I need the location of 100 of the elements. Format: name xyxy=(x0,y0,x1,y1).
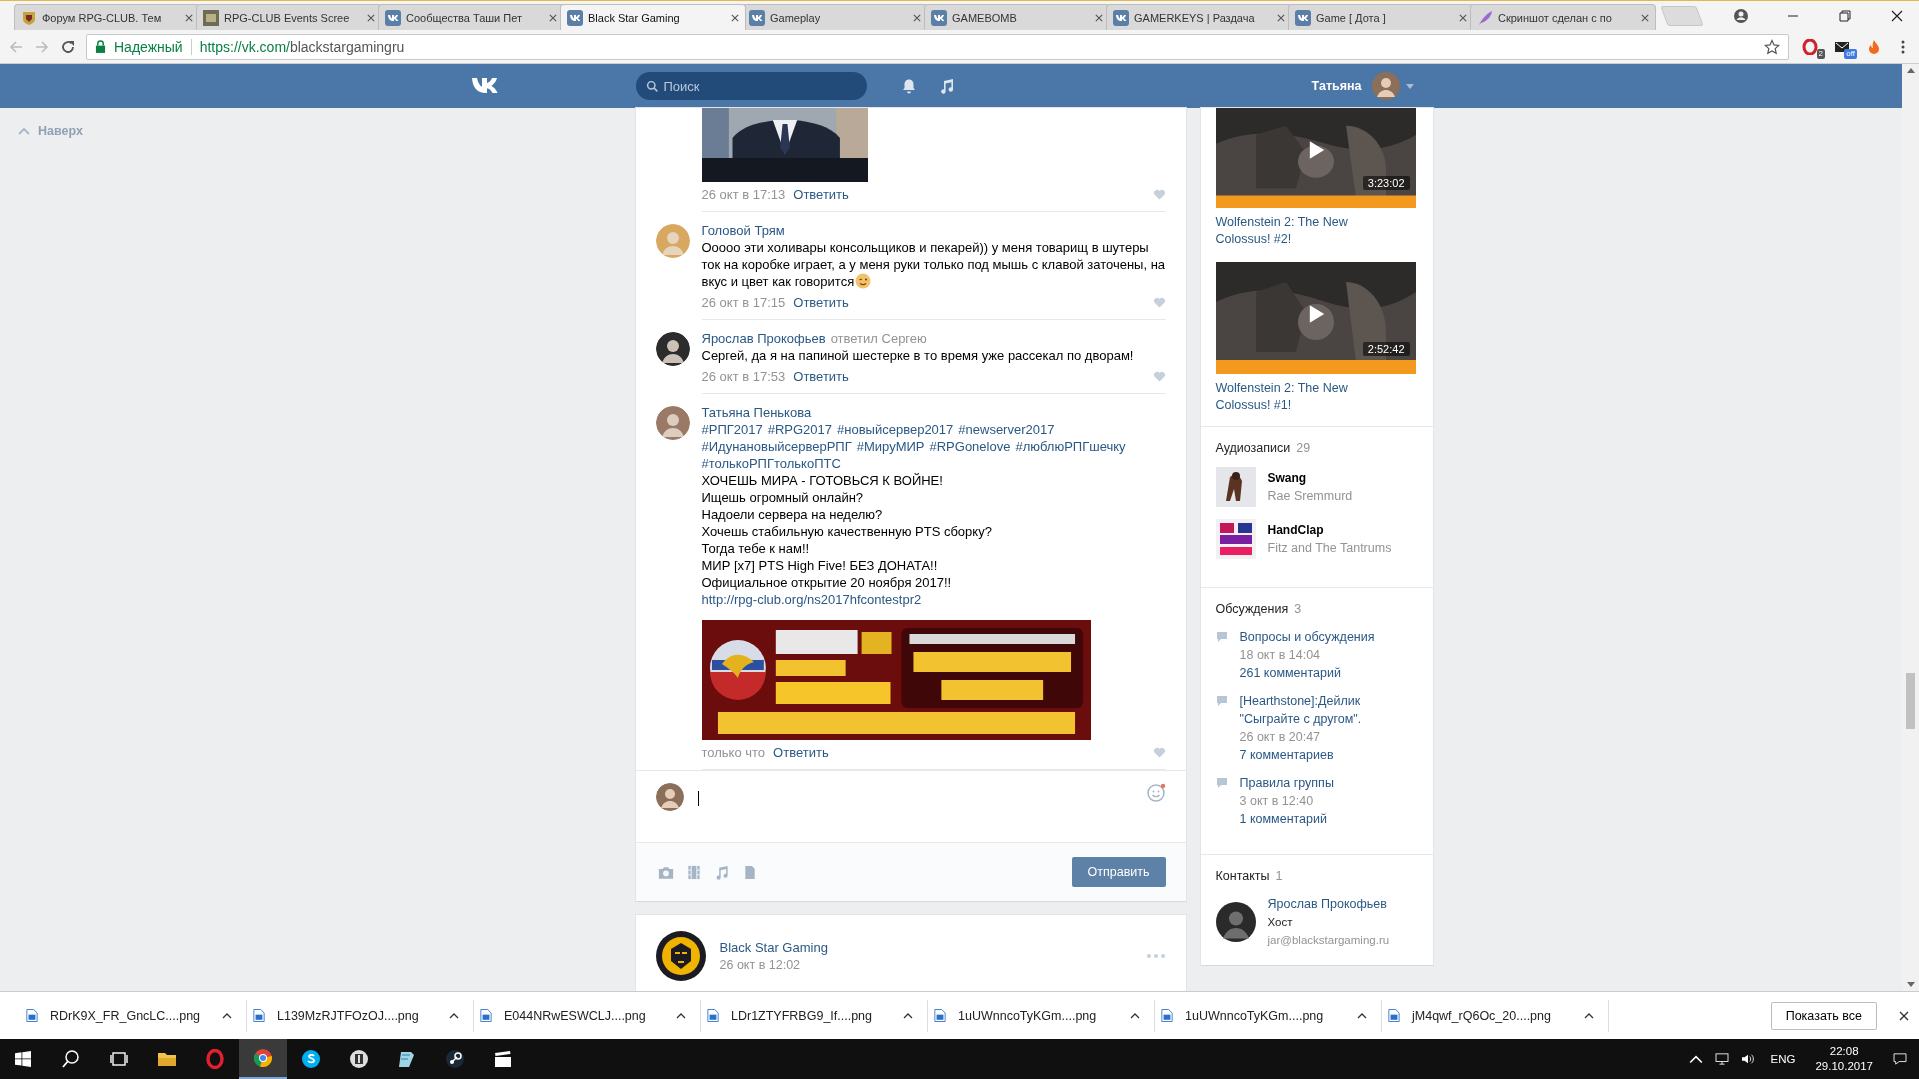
smiley-icon[interactable] xyxy=(1145,783,1166,803)
send-button[interactable]: Отправить xyxy=(1071,857,1166,887)
author-link[interactable]: Татьяна Пенькова xyxy=(701,404,812,421)
vk-icon xyxy=(749,9,765,26)
comment-count-link[interactable]: 7 комментариев xyxy=(1239,746,1418,764)
hashtag-link[interactable]: #ИдунановыйсерверРПГ xyxy=(701,438,852,455)
image-file-icon xyxy=(1161,1008,1173,1023)
scrollbar[interactable] xyxy=(1902,64,1919,991)
section-count: 29 xyxy=(1296,441,1311,455)
section-title[interactable]: Контакты xyxy=(1215,869,1270,883)
music-icon[interactable] xyxy=(938,78,955,94)
bell-icon[interactable] xyxy=(900,78,917,94)
clock[interactable]: 22:08 29.10.2017 xyxy=(1815,1044,1873,1074)
download-item[interactable]: LDr1ZTYFRBG9_If....png xyxy=(701,999,928,1032)
chevron-up-icon[interactable] xyxy=(1688,1053,1703,1065)
reply-link[interactable]: Ответить xyxy=(793,186,849,203)
menu-icon[interactable] xyxy=(1901,38,1905,55)
address-field[interactable]: Надежный https://vk.com/blackstargamingru xyxy=(86,33,1789,60)
notifications-icon[interactable] xyxy=(1893,1053,1907,1065)
reply-link[interactable]: Ответить xyxy=(773,744,829,761)
section-title[interactable]: Обсуждения xyxy=(1215,602,1289,616)
download-item[interactable]: RDrK9X_FR_GncLC....png xyxy=(20,999,247,1032)
video-title-link[interactable]: Wolfenstein 2: The New Colossus! #1! xyxy=(1215,380,1406,414)
hashtag-link[interactable]: #МируМИР xyxy=(856,438,925,455)
caret-up-icon[interactable] xyxy=(1357,1012,1367,1019)
avatar-icon[interactable] xyxy=(1215,902,1256,942)
caret-up-icon[interactable] xyxy=(449,1012,459,1019)
language-indicator[interactable]: ENG xyxy=(1770,1053,1796,1065)
speaker-icon[interactable] xyxy=(1740,1053,1755,1065)
caret-up-icon[interactable] xyxy=(676,1012,686,1019)
scrollbar-thumb[interactable] xyxy=(1906,673,1915,729)
download-item[interactable]: 1uUWnncoTyKGm....png xyxy=(1155,999,1382,1032)
post-text-line: Ищешь огромный онлайн? xyxy=(701,489,865,506)
search-icon xyxy=(61,1049,81,1069)
search-field[interactable]: Поиск xyxy=(635,72,867,100)
speech-bubble-icon xyxy=(1215,695,1228,707)
taskbar-app[interactable] xyxy=(239,1039,287,1079)
show-all-button[interactable]: Показать все xyxy=(1770,1001,1877,1030)
restore-icon[interactable] xyxy=(1837,7,1853,24)
caret-up-icon[interactable] xyxy=(1130,1012,1140,1019)
hashtag-link[interactable]: #новыйсервер2017 xyxy=(837,421,954,438)
user-name[interactable]: Татьяна xyxy=(1311,79,1362,93)
network-icon[interactable] xyxy=(1714,1053,1729,1065)
author-link[interactable]: Ярослав Прокофьев xyxy=(701,330,826,347)
post-author[interactable]: Black Star Gaming xyxy=(719,940,828,955)
topic-date: 3 окт в 12:40 xyxy=(1239,793,1315,810)
windows-start-icon[interactable] xyxy=(15,1051,31,1067)
hashtag-link[interactable]: #РПГ2017 xyxy=(701,421,763,438)
close-icon[interactable] xyxy=(1899,1010,1909,1021)
bookmark-star-icon[interactable] xyxy=(1764,38,1780,55)
image-file-icon xyxy=(253,1008,265,1023)
topic-link[interactable]: [Hearthstone]:Дейлик "Сыграйте с другом". xyxy=(1239,692,1418,728)
reply-link[interactable]: Ответить xyxy=(793,368,849,385)
download-item[interactable]: E044NRwESWCLJ....png xyxy=(474,999,701,1032)
scroll-down-icon[interactable] xyxy=(1906,982,1915,987)
hashtag-link[interactable]: #RPGonelove xyxy=(929,438,1011,455)
browser-tab[interactable]: Black Star Gaming xyxy=(560,4,746,30)
topic-date: 26 окт в 20:47 xyxy=(1239,729,1322,746)
hashtag-link[interactable]: #RPG2017 xyxy=(767,421,833,438)
helmet-icon xyxy=(349,1049,369,1069)
download-item[interactable]: jM4qwf_rQ6Oc_20....png xyxy=(1382,999,1609,1032)
browser-tab[interactable]: Скриншот сделан с по xyxy=(1470,4,1656,30)
thumbnail-icon xyxy=(203,9,219,26)
download-item[interactable]: 1uUWnncoTyKGm....png xyxy=(928,999,1155,1032)
avatar-icon[interactable] xyxy=(655,332,690,366)
hashtag-link[interactable]: #толькоРПГтолькоПТС xyxy=(701,455,841,472)
video-title-link[interactable]: Wolfenstein 2: The New Colossus! #2! xyxy=(1215,214,1406,248)
comment-count-link[interactable]: 261 комментарий xyxy=(1239,664,1375,682)
url-link[interactable]: http://rpg-club.org/ns2017hfcontestpr2 xyxy=(701,591,1166,608)
hashtag-link[interactable]: #newserver2017 xyxy=(958,421,1055,438)
vk-icon xyxy=(931,9,947,26)
caret-up-icon[interactable] xyxy=(1584,1012,1594,1019)
track-title[interactable]: HandClap xyxy=(1267,521,1392,539)
lion-logo-icon[interactable] xyxy=(655,931,706,981)
comment-date: только что xyxy=(701,744,766,761)
caret-up-icon[interactable] xyxy=(903,1012,913,1019)
author-link[interactable]: Головой Трям xyxy=(701,222,785,239)
caret-up-icon[interactable] xyxy=(222,1012,232,1019)
track-title[interactable]: Swang xyxy=(1267,469,1353,487)
reply-link[interactable]: Ответить xyxy=(793,294,849,311)
close-icon[interactable] xyxy=(731,13,739,22)
download-item[interactable]: L139MzRJTFOzOJ....png xyxy=(247,999,474,1032)
section-title[interactable]: Аудиозаписи xyxy=(1215,441,1291,455)
section-count: 1 xyxy=(1275,869,1283,883)
play-icon[interactable] xyxy=(1308,140,1325,160)
profile-icon[interactable] xyxy=(1733,7,1749,24)
comment-text: Сергей, да я на папиной шестерке в то время уже рассекал по дворам! xyxy=(701,347,1135,364)
play-icon[interactable] xyxy=(1308,304,1325,324)
post-text-line: ХОЧЕШЬ МИРА - ГОТОВЬСЯ К ВОЙНЕ! xyxy=(701,472,944,489)
post-date: 26 окт в 12:02 xyxy=(719,958,802,972)
comment-date: 26 окт в 17:53 xyxy=(701,368,786,385)
contact-name-link[interactable]: Ярослав Прокофьев xyxy=(1267,895,1390,913)
scroll-up-icon[interactable] xyxy=(1906,68,1915,73)
topic-link[interactable]: Правила группы xyxy=(1239,774,1334,792)
reload-icon[interactable] xyxy=(60,38,76,55)
topic-link[interactable]: Вопросы и обсуждения xyxy=(1239,628,1375,646)
extension-badge: 2 xyxy=(1816,48,1825,59)
hashtag-link[interactable]: #люблюРПГшечку xyxy=(1015,438,1126,455)
image-file-icon xyxy=(26,1008,38,1023)
comment-count-link[interactable]: 1 комментарий xyxy=(1239,810,1334,828)
